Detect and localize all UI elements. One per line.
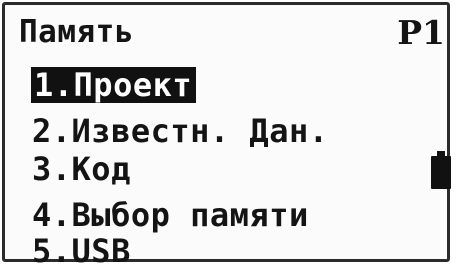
page-indicator: P1: [397, 13, 445, 52]
menu-item-usb[interactable]: 5.USB: [32, 233, 131, 269]
battery-level-fill: [431, 156, 451, 189]
battery-icon: [431, 151, 451, 189]
lcd-frame: Память P1 1.Проект 2.Известн. Дан. 3.Код…: [2, 2, 451, 269]
menu-item-known-data[interactable]: 2.Известн. Дан.: [32, 113, 328, 149]
menu-item-memory-select[interactable]: 4.Выбор памяти: [32, 197, 309, 233]
menu-item-project[interactable]: 1.Проект: [31, 67, 197, 103]
device-screen: Память P1 1.Проект 2.Известн. Дан. 3.Код…: [0, 0, 456, 271]
screen-title: Память: [19, 14, 134, 50]
menu-item-code[interactable]: 3.Код: [32, 151, 131, 187]
